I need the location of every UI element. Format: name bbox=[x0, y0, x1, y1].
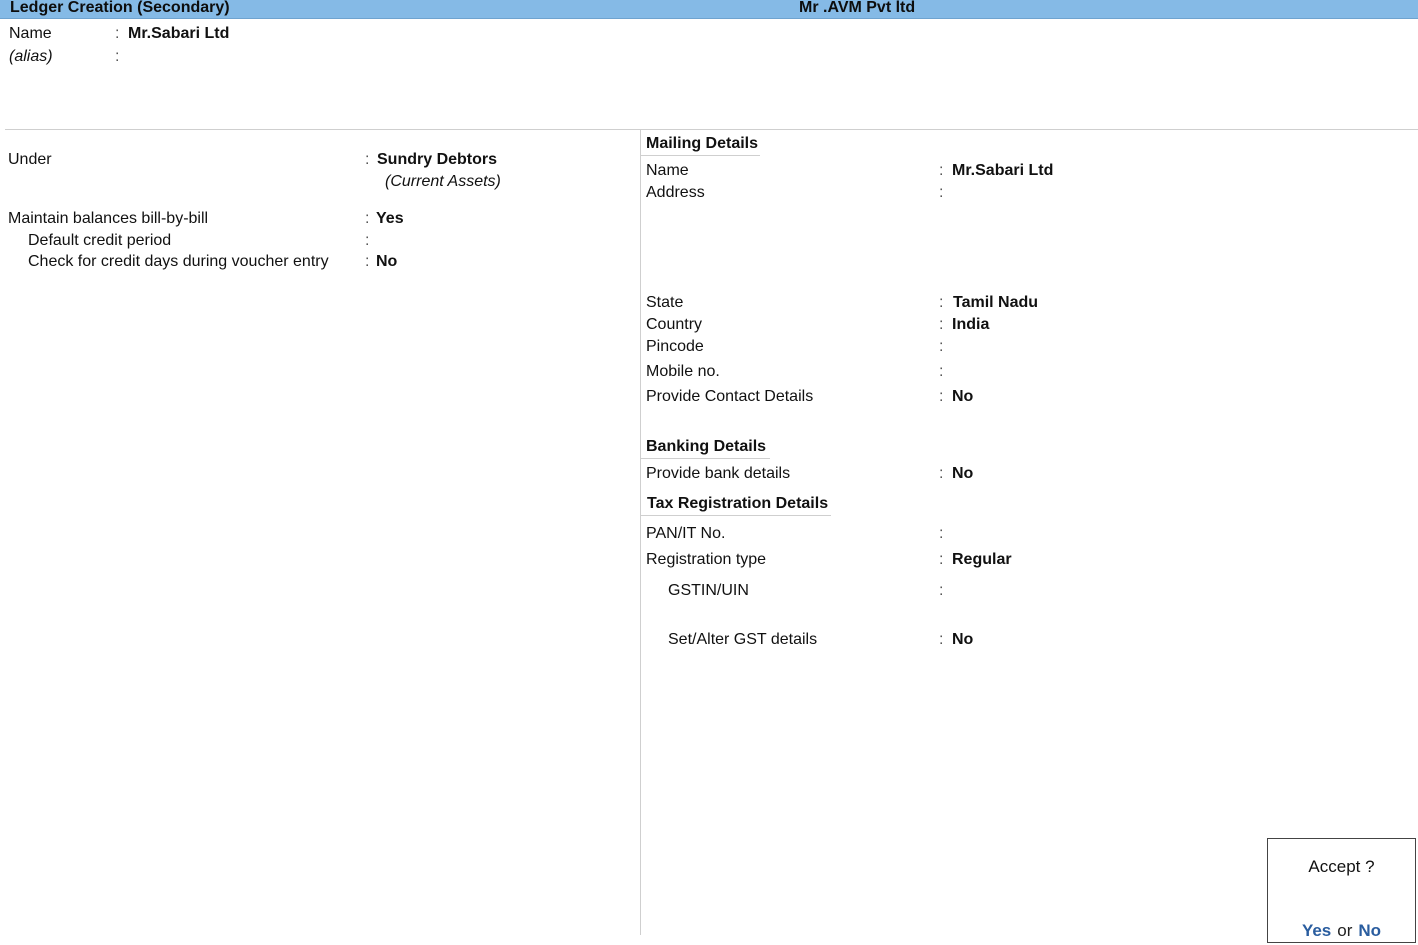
alias-input[interactable] bbox=[128, 48, 328, 66]
colon: : bbox=[939, 294, 944, 311]
section-underline bbox=[641, 458, 770, 459]
bill-by-bill-toggle[interactable]: Yes bbox=[376, 210, 404, 228]
accept-question: Accept ? bbox=[1308, 857, 1375, 876]
ledger-name-label: Name bbox=[9, 25, 52, 42]
accept-yes-button[interactable]: Yes bbox=[1302, 921, 1331, 940]
credit-period-input[interactable] bbox=[376, 232, 576, 250]
banking-details-heading: Banking Details bbox=[646, 438, 767, 455]
colon: : bbox=[115, 48, 120, 65]
colon: : bbox=[365, 210, 370, 227]
colon: : bbox=[939, 338, 944, 355]
colon: : bbox=[115, 25, 120, 42]
check-credit-days-label: Check for credit days during voucher ent… bbox=[28, 253, 329, 270]
mailing-name-label: Name bbox=[646, 162, 689, 179]
section-underline bbox=[641, 515, 831, 516]
bank-details-label: Provide bank details bbox=[646, 465, 791, 482]
colon: : bbox=[939, 525, 944, 542]
tax-registration-heading: Tax Registration Details bbox=[647, 495, 829, 512]
colon: : bbox=[939, 184, 944, 201]
bank-details-toggle[interactable]: No bbox=[952, 465, 973, 483]
gstin-label: GSTIN/UIN bbox=[668, 582, 749, 599]
colon: : bbox=[939, 388, 944, 405]
pan-label: PAN/IT No. bbox=[646, 525, 726, 542]
contact-details-label: Provide Contact Details bbox=[646, 388, 814, 405]
colon: : bbox=[939, 551, 944, 568]
country-label: Country bbox=[646, 316, 703, 333]
registration-type-select[interactable]: Regular bbox=[952, 551, 1012, 569]
mobile-label: Mobile no. bbox=[646, 363, 720, 380]
colon: : bbox=[939, 316, 944, 333]
pan-input[interactable] bbox=[952, 525, 1152, 543]
parent-group-text: (Current Assets) bbox=[385, 173, 501, 190]
credit-period-label: Default credit period bbox=[28, 232, 172, 249]
gst-details-label: Set/Alter GST details bbox=[668, 631, 818, 648]
section-underline bbox=[641, 155, 760, 156]
company-name: Mr .AVM Pvt ltd bbox=[799, 0, 916, 16]
state-select[interactable]: Tamil Nadu bbox=[953, 294, 1038, 312]
colon: : bbox=[365, 253, 370, 270]
accept-no-button[interactable]: No bbox=[1358, 921, 1381, 940]
bill-by-bill-label: Maintain balances bill-by-bill bbox=[8, 210, 209, 227]
colon: : bbox=[939, 582, 944, 599]
header-divider bbox=[5, 129, 1418, 130]
registration-type-label: Registration type bbox=[646, 551, 767, 568]
check-credit-days-toggle[interactable]: No bbox=[376, 253, 397, 271]
state-label: State bbox=[646, 294, 684, 311]
colon: : bbox=[365, 151, 370, 168]
ledger-name-input[interactable]: Mr.Sabari Ltd bbox=[128, 25, 229, 43]
column-divider bbox=[640, 130, 641, 935]
colon: : bbox=[939, 162, 944, 179]
address-label: Address bbox=[646, 184, 705, 201]
country-select[interactable]: India bbox=[952, 316, 989, 334]
colon: : bbox=[939, 631, 944, 648]
colon: : bbox=[939, 363, 944, 380]
address-input[interactable] bbox=[952, 184, 1252, 284]
mobile-input[interactable] bbox=[952, 363, 1152, 381]
screen-title: Ledger Creation (Secondary) bbox=[10, 0, 230, 16]
pincode-input[interactable] bbox=[952, 338, 1152, 356]
under-label: Under bbox=[8, 151, 52, 168]
mailing-details-heading: Mailing Details bbox=[646, 135, 759, 152]
gstin-input[interactable] bbox=[952, 582, 1152, 600]
alias-label: (alias) bbox=[9, 48, 53, 65]
mailing-name-input[interactable]: Mr.Sabari Ltd bbox=[952, 162, 1053, 180]
contact-details-toggle[interactable]: No bbox=[952, 388, 973, 406]
colon: : bbox=[365, 232, 370, 249]
under-group-select[interactable]: Sundry Debtors bbox=[377, 151, 497, 169]
or-text: or bbox=[1337, 921, 1353, 940]
gst-details-toggle[interactable]: No bbox=[952, 631, 973, 649]
colon: : bbox=[939, 465, 944, 482]
accept-dialog: Accept ? Yes or No bbox=[1267, 838, 1416, 943]
accept-options: Yes or No bbox=[1268, 921, 1415, 941]
title-bar: Ledger Creation (Secondary) Mr .AVM Pvt … bbox=[0, 0, 1418, 19]
pincode-label: Pincode bbox=[646, 338, 704, 355]
